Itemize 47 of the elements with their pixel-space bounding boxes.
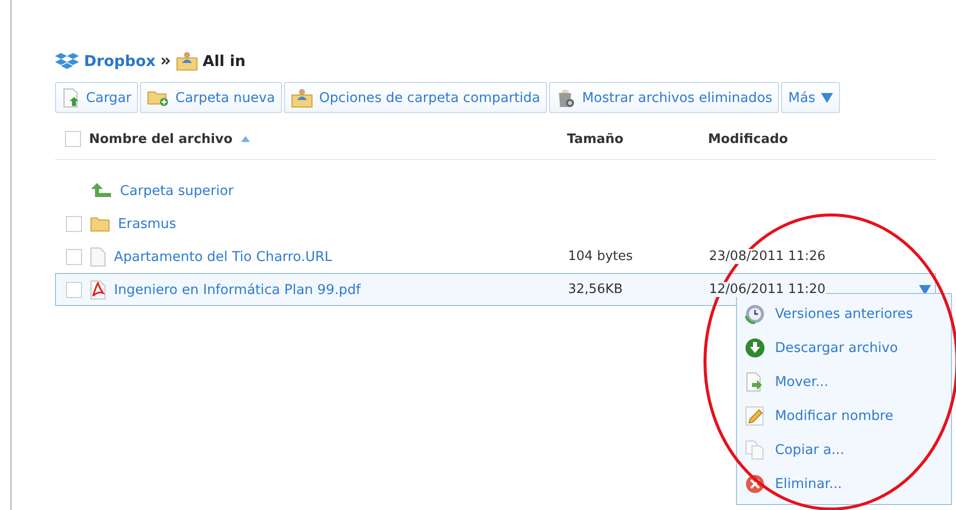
toolbar-button[interactable]: Mostrar archivos eliminados	[549, 82, 780, 113]
box-icon	[55, 52, 79, 70]
trash-can-icon	[556, 88, 576, 108]
menu-item[interactable]: Eliminar...	[737, 467, 951, 501]
file-name-link[interactable]: Apartamento del Tio Charro.URL	[114, 248, 332, 264]
select-all-checkbox[interactable]	[65, 131, 81, 147]
toolbar-button[interactable]: Carpeta nueva	[140, 82, 282, 113]
move-file-icon	[745, 372, 765, 392]
file-name-link[interactable]: Carpeta superior	[120, 182, 234, 198]
delete-icon	[745, 474, 765, 494]
document-icon	[90, 246, 106, 266]
column-header[interactable]: Modificado	[708, 132, 788, 146]
file-name-link[interactable]: Ingeniero en Informática Plan 99.pdf	[114, 282, 361, 298]
selected-row[interactable]: Ingeniero en Informática Plan 99.pdf 32,56KB 12/06/2011 11:20	[55, 273, 936, 306]
copy-icon	[745, 440, 765, 460]
modified-date: 12/06/2011 11:20	[709, 282, 826, 297]
folder-icon	[90, 216, 110, 232]
file-name-link[interactable]: Erasmus	[118, 216, 176, 232]
shared-folder-icon	[291, 88, 314, 108]
clock-icon	[745, 304, 765, 324]
pdf-icon	[90, 280, 106, 300]
column-header[interactable]: Tamaño	[567, 132, 624, 146]
toolbar-button[interactable]: Cargar	[55, 82, 138, 113]
up-arrow-icon	[90, 182, 112, 200]
row-checkbox[interactable]	[66, 248, 82, 264]
breadcrumb-link[interactable]: Dropbox	[84, 52, 156, 70]
menu-item[interactable]: Descargar archivo	[737, 331, 951, 365]
row-checkbox[interactable]	[66, 282, 82, 298]
upload-icon	[62, 88, 80, 108]
caret-icon	[821, 92, 834, 102]
shared-folder-icon	[176, 51, 198, 71]
modified-date: 23/08/2011 11:26	[709, 249, 826, 264]
row-checkbox[interactable]	[66, 216, 82, 232]
sort-arrow-icon	[240, 136, 250, 142]
new-folder-icon	[147, 88, 170, 106]
toolbar-button[interactable]: Opciones de carpeta compartida	[284, 82, 548, 113]
download-icon	[745, 338, 765, 358]
menu-item[interactable]: Copiar a...	[737, 433, 951, 467]
file-size: 104 bytes	[568, 249, 633, 264]
menu-item[interactable]: Mover...	[737, 365, 951, 399]
toolbar-button[interactable]: Más	[781, 82, 840, 113]
menu-item[interactable]: Modificar nombre	[737, 399, 951, 433]
caret-icon[interactable]	[919, 285, 931, 295]
pencil-icon	[745, 406, 765, 426]
column-header[interactable]: Nombre del archivo	[89, 132, 233, 146]
file-size: 32,56KB	[568, 282, 623, 297]
chevron-icon	[160, 57, 171, 65]
